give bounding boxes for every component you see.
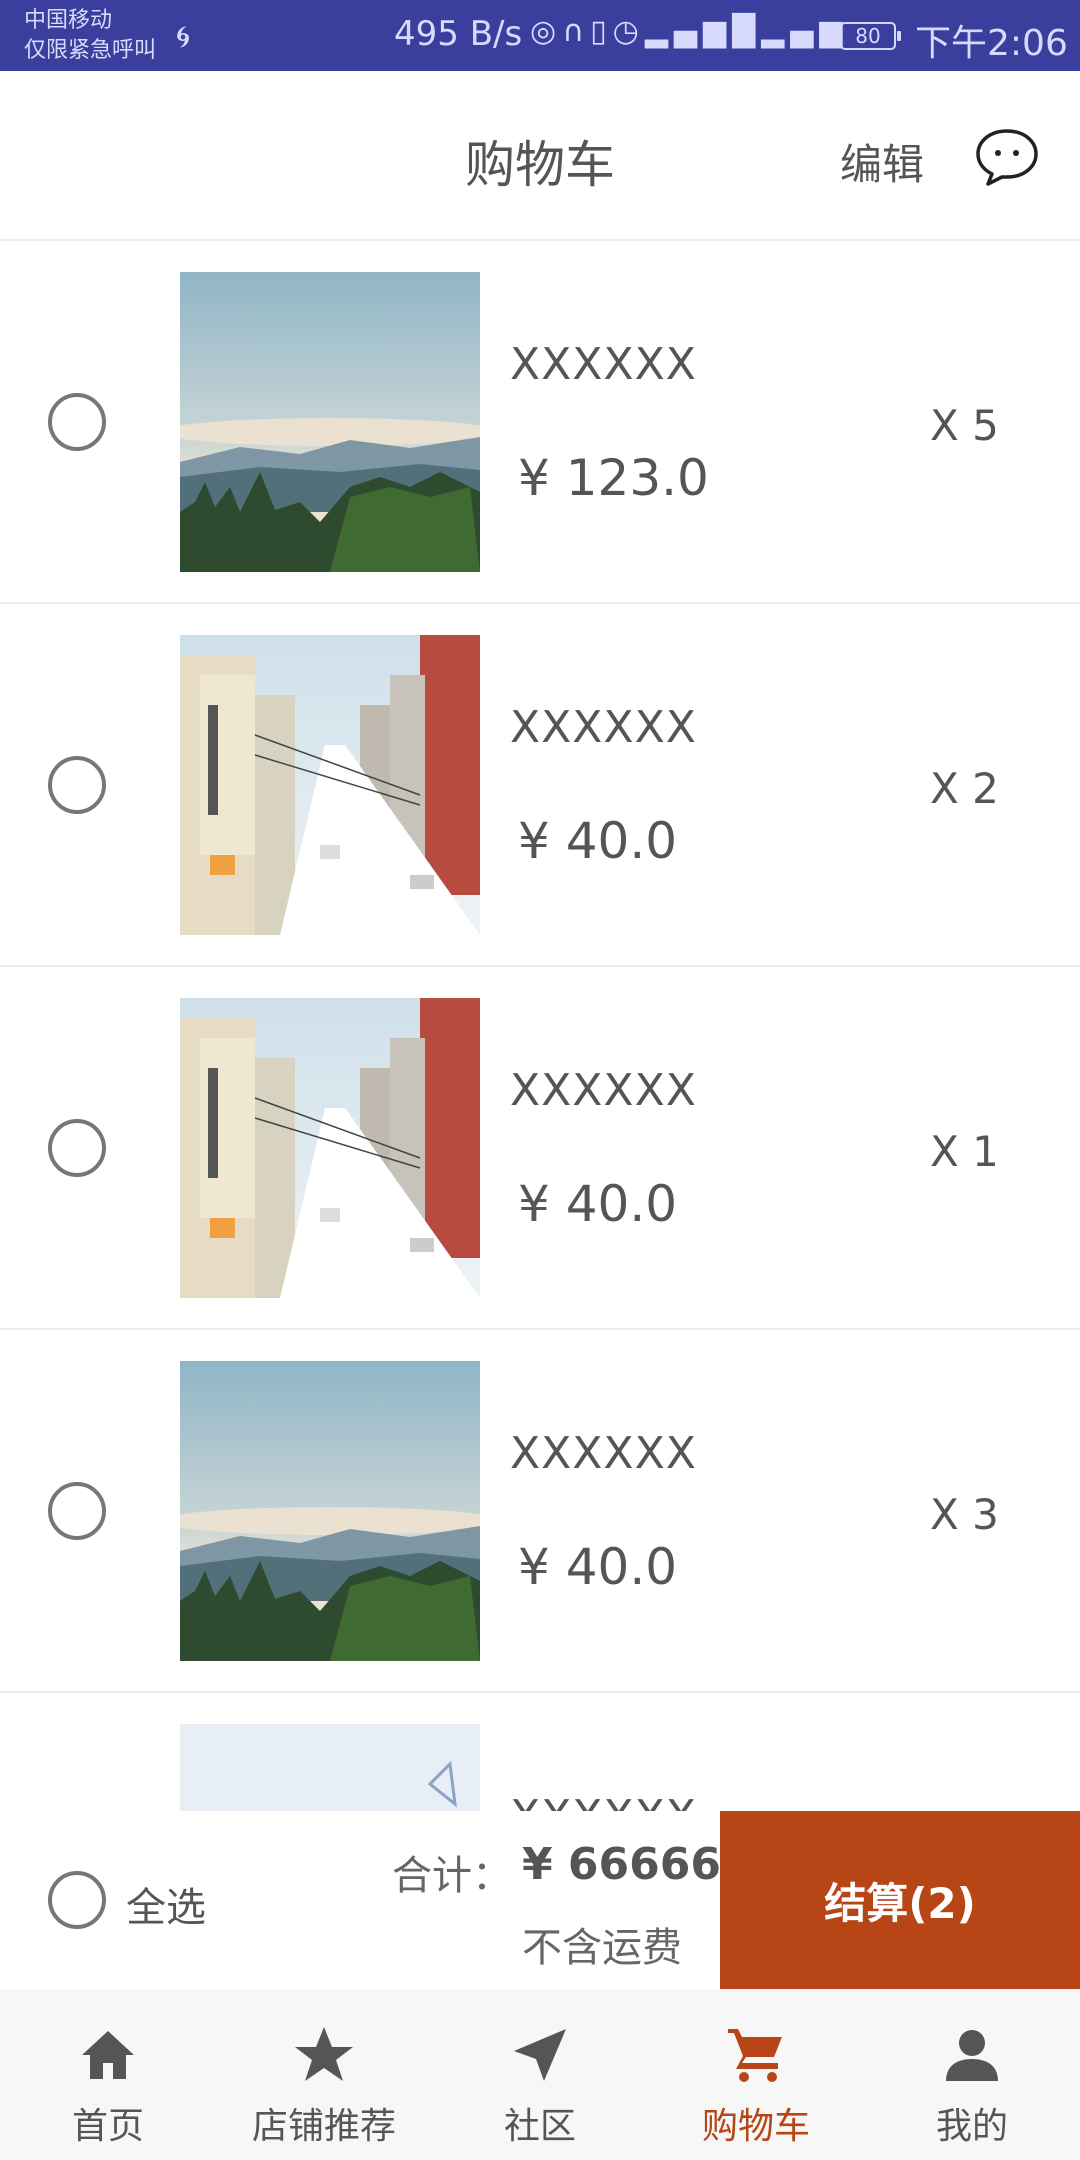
total-value: ¥ 66666	[522, 1839, 722, 1890]
tab-label: 社区	[503, 2106, 576, 2147]
tab-community[interactable]: 社区	[432, 1989, 648, 2160]
cart-item[interactable]: XXXXXX ¥ 40.0 X 2	[0, 604, 1080, 967]
signal-2-icon: ▂▄▆	[761, 14, 849, 49]
star-icon	[292, 2023, 356, 2087]
navigation-icon	[508, 2023, 572, 2087]
status-bar: 中国移动 仅限紧急呼叫 🌀︎ 495 B/s ◎∩▯◷▂▄▆█▂▄▆ 80 下午…	[0, 0, 1080, 71]
signal-icon: ▂▄▆█	[644, 14, 762, 49]
item-select-radio[interactable]	[48, 1119, 106, 1177]
status-icons: ◎∩▯◷▂▄▆█▂▄▆	[530, 14, 848, 49]
item-quantity: X 1	[930, 1127, 999, 1176]
headset-icon: ∩	[562, 14, 591, 49]
product-image[interactable]	[180, 998, 480, 1298]
tab-home[interactable]: 首页	[0, 1989, 216, 2160]
cart-item[interactable]: XXXXXX	[0, 1693, 1080, 1811]
carrier-info: 中国移动 仅限紧急呼叫	[24, 6, 156, 66]
item-name: XXXXXX	[510, 1428, 697, 1479]
bottom-tab-bar: 首页 店铺推荐 社区 购物车 我的	[0, 1989, 1080, 2160]
item-quantity: X 5	[930, 401, 999, 450]
carrier-name: 中国移动	[24, 8, 113, 33]
item-price: ¥ 40.0	[518, 812, 678, 870]
tab-label: 首页	[71, 2106, 144, 2147]
total-label: 合计：	[392, 1853, 512, 1899]
product-image[interactable]	[180, 1361, 480, 1661]
item-name: XXXXXX	[510, 339, 697, 390]
checkout-button[interactable]: 结算(2)	[720, 1811, 1080, 1989]
home-icon	[76, 2023, 140, 2087]
select-all-radio[interactable]	[48, 1871, 106, 1929]
product-image[interactable]	[180, 635, 480, 935]
tab-store-recommend[interactable]: 店铺推荐	[216, 1989, 432, 2160]
item-price: ¥ 123.0	[518, 449, 709, 507]
cart-item[interactable]: XXXXXX ¥ 40.0 X 3	[0, 1330, 1080, 1693]
item-name: XXXXXX	[510, 1791, 697, 1811]
tab-cart[interactable]: 购物车	[648, 1989, 864, 2160]
app-header: 购物车 编辑	[0, 71, 1080, 241]
shipping-note: 不含运费	[522, 1925, 682, 1971]
select-all-label[interactable]: 全选	[126, 1875, 206, 1933]
tab-me[interactable]: 我的	[864, 1989, 1080, 2160]
cart-item[interactable]: XXXXXX ¥ 123.0 X 5	[0, 241, 1080, 604]
battery-icon: 80	[840, 22, 901, 50]
hotspot-icon: ◎	[530, 14, 563, 49]
tab-label: 我的	[935, 2106, 1008, 2147]
emergency-only: 仅限紧急呼叫	[24, 38, 157, 63]
vibrate-icon: ▯	[590, 14, 613, 49]
chat-bubble-icon[interactable]	[974, 127, 1040, 187]
tab-label: 购物车	[701, 2106, 810, 2147]
product-image[interactable]	[180, 272, 480, 572]
item-name: XXXXXX	[510, 702, 697, 753]
item-select-radio[interactable]	[48, 393, 106, 451]
person-icon	[940, 2023, 1004, 2087]
item-price: ¥ 40.0	[518, 1538, 678, 1596]
tab-label: 店铺推荐	[251, 2106, 396, 2147]
cart-item[interactable]: XXXXXX ¥ 40.0 X 1	[0, 967, 1080, 1330]
item-price: ¥ 40.0	[518, 1175, 678, 1233]
sync-icon: 🌀︎	[176, 20, 191, 55]
cart-list[interactable]: XXXXXX ¥ 123.0 X 5 XXXXXX ¥ 40.0 X 2 XXX…	[0, 241, 1080, 1811]
item-quantity: X 2	[930, 764, 999, 813]
edit-button[interactable]: 编辑	[840, 131, 924, 192]
item-select-radio[interactable]	[48, 756, 106, 814]
item-quantity: X 3	[930, 1490, 999, 1539]
cart-summary-bar: 全选 合计： ¥ 66666 不含运费 结算(2)	[0, 1811, 1080, 1989]
item-select-radio[interactable]	[48, 1482, 106, 1540]
clock: 下午2:06	[915, 23, 1068, 64]
net-speed: 495 B/s	[394, 14, 523, 54]
cart-icon	[724, 2023, 788, 2087]
item-name: XXXXXX	[510, 1065, 697, 1116]
product-image[interactable]	[180, 1724, 480, 1811]
alarm-icon: ◷	[612, 14, 645, 49]
